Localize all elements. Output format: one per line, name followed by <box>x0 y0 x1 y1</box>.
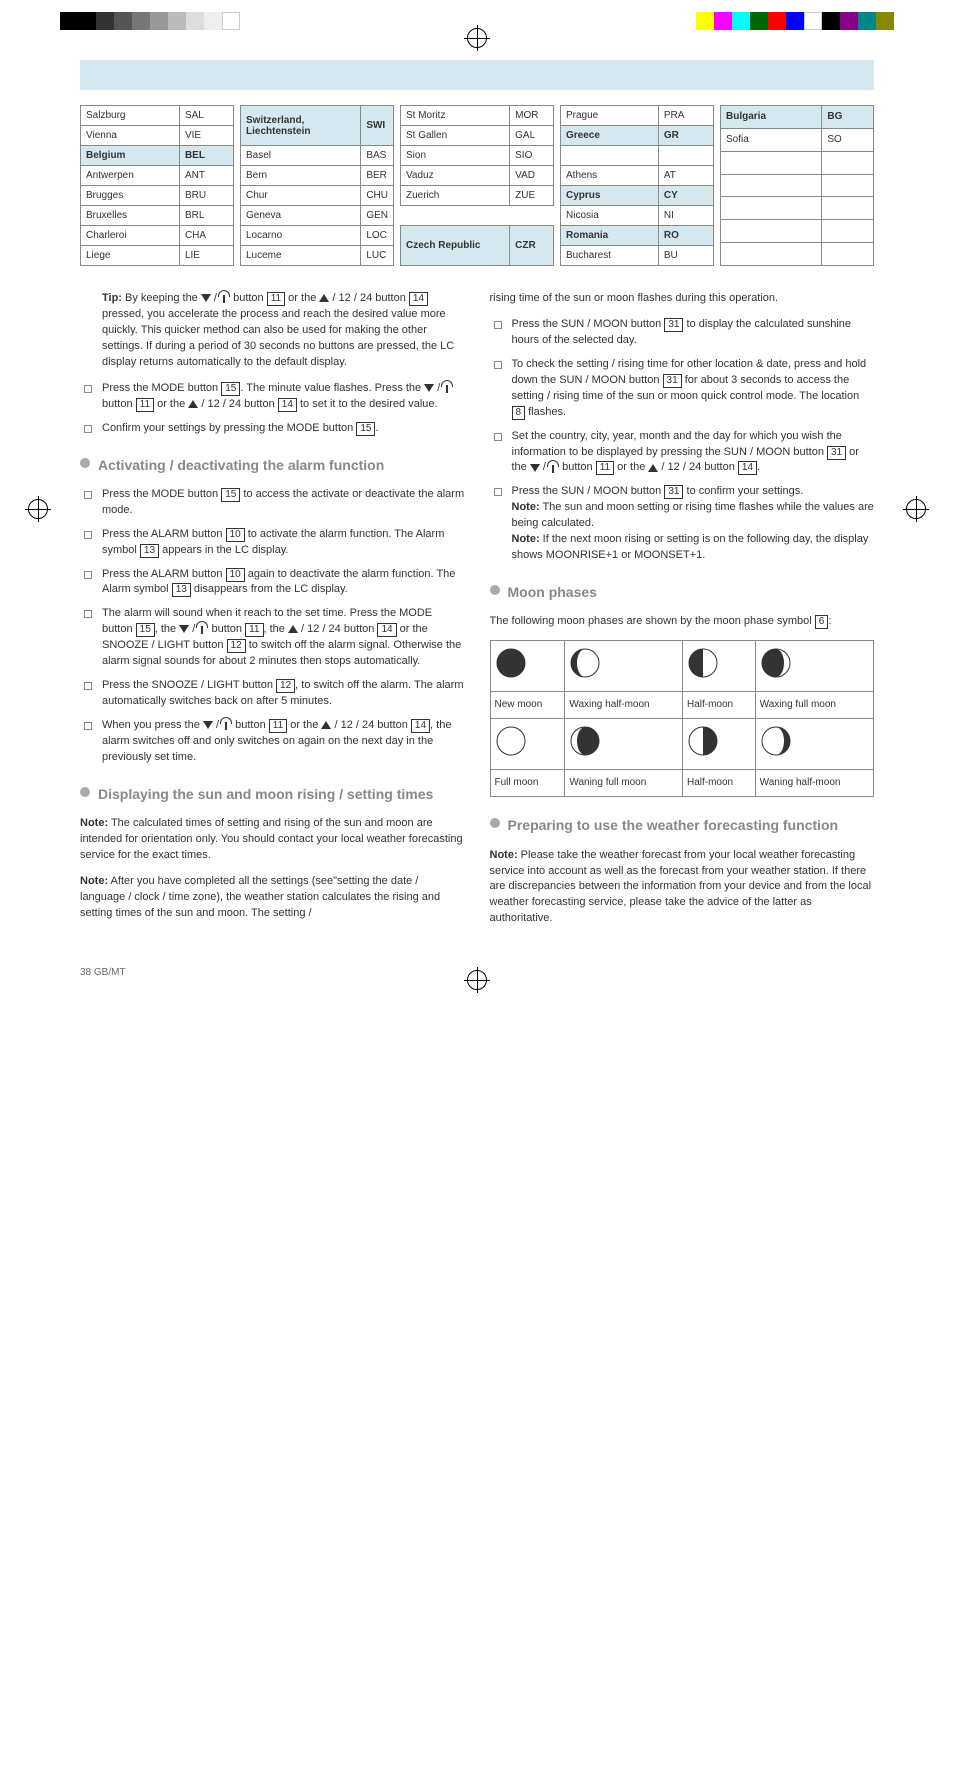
half-moon-icon <box>687 647 719 679</box>
registration-mark-icon <box>906 499 926 519</box>
down-triangle-icon <box>179 625 189 633</box>
section-heading-sunmoon: Displaying the sun and moon rising / set… <box>80 784 465 804</box>
up-triangle-icon <box>321 721 331 729</box>
moon-label: Half-moon <box>682 691 755 719</box>
moon-label: Full moon <box>490 769 565 797</box>
radio-icon <box>220 293 230 303</box>
list-item: Press the SNOOZE / LIGHT button 12, to s… <box>80 678 465 710</box>
moon-label: Waning full moon <box>565 769 683 797</box>
list-item: The alarm will sound when it reach to th… <box>80 606 465 670</box>
moon-label: New moon <box>490 691 565 719</box>
list-item: Set the country, city, year, month and t… <box>490 429 875 477</box>
down-triangle-icon <box>203 721 213 729</box>
moon-label: Waning half-moon <box>755 769 873 797</box>
table-switzerland: Switzerland, LiechtensteinSWI BaselBAS B… <box>240 105 394 266</box>
moon-label: Waxing full moon <box>755 691 873 719</box>
moon-phase-table: New moon Waxing half-moon Half-moon Waxi… <box>490 640 875 797</box>
table-bulgaria: BulgariaBG SofiaSO <box>720 105 874 266</box>
down-triangle-icon <box>201 294 211 302</box>
list-item: Press the MODE button 15 to access the a… <box>80 487 465 519</box>
note-paragraph: Note: The calculated times of setting an… <box>80 816 465 864</box>
list-item: Confirm your settings by pressing the MO… <box>80 421 465 437</box>
down-triangle-icon <box>530 464 540 472</box>
list-item: Press the ALARM button 10 again to deact… <box>80 567 465 599</box>
registration-mark-icon <box>467 28 487 48</box>
page: SalzburgSAL ViennaVIE BelgiumBEL Antwerp… <box>0 0 954 1018</box>
instruction-list: Press the MODE button 15. The minute val… <box>80 381 465 437</box>
full-moon-icon <box>495 725 527 757</box>
note-paragraph: Note: After you have completed all the s… <box>80 874 465 922</box>
table-gr-cy-ro: PraguePRA GreeceGR AthensAT CyprusCY Nic… <box>560 105 714 266</box>
registration-mark-icon <box>467 970 487 990</box>
down-triangle-icon <box>424 384 434 392</box>
section-heading-alarm: Activating / deactivating the alarm func… <box>80 455 465 475</box>
list-item: When you press the / button 11 or the / … <box>80 718 465 766</box>
moon-label: Half-moon <box>682 769 755 797</box>
section-heading-moon: Moon phases <box>490 582 875 602</box>
up-triangle-icon <box>319 294 329 302</box>
waning-half-moon-icon <box>760 725 792 757</box>
radio-icon <box>198 624 208 634</box>
tip-paragraph: Tip: By keeping the / button 11 or the /… <box>80 291 465 371</box>
location-tables: SalzburgSAL ViennaVIE BelgiumBEL Antwerp… <box>80 105 874 266</box>
list-item: To check the setting / rising time for o… <box>490 357 875 421</box>
up-triangle-icon <box>288 625 298 633</box>
moon-intro: The following moon phases are shown by t… <box>490 614 875 630</box>
color-bar-icon <box>696 12 894 30</box>
body-columns: Tip: By keeping the / button 11 or the /… <box>80 291 874 937</box>
radio-icon <box>549 463 559 473</box>
section-heading-weather: Preparing to use the weather forecasting… <box>490 815 875 835</box>
registration-mark-icon <box>28 499 48 519</box>
sunmoon-list: Press the SUN / MOON button 31 to displa… <box>490 317 875 564</box>
moon-label: Waxing half-moon <box>565 691 683 719</box>
right-column: rising time of the sun or moon flashes d… <box>490 291 875 937</box>
table-swiss-czech: St MoritzMOR St GallenGAL SionSIO VaduzV… <box>400 105 554 266</box>
radio-icon <box>222 720 232 730</box>
list-item: Press the SUN / MOON button 31 to displa… <box>490 317 875 349</box>
waxing-half-moon-icon <box>569 647 601 679</box>
continuation-paragraph: rising time of the sun or moon flashes d… <box>490 291 875 307</box>
table-austria-belgium: SalzburgSAL ViennaVIE BelgiumBEL Antwerp… <box>80 105 234 266</box>
header-band <box>80 60 874 90</box>
waxing-full-moon-icon <box>760 647 792 679</box>
list-item: Press the MODE button 15. The minute val… <box>80 381 465 413</box>
weather-note: Note: Please take the weather forecast f… <box>490 848 875 928</box>
color-bar-icon <box>60 12 240 30</box>
up-triangle-icon <box>648 464 658 472</box>
half-moon-icon <box>687 725 719 757</box>
up-triangle-icon <box>188 400 198 408</box>
radio-icon <box>443 383 453 393</box>
alarm-list: Press the MODE button 15 to access the a… <box>80 487 465 766</box>
waning-full-moon-icon <box>569 725 601 757</box>
left-column: Tip: By keeping the / button 11 or the /… <box>80 291 465 937</box>
list-item: Press the ALARM button 10 to activate th… <box>80 527 465 559</box>
list-item: Press the SUN / MOON button 31 to confir… <box>490 484 875 564</box>
new-moon-icon <box>495 647 527 679</box>
